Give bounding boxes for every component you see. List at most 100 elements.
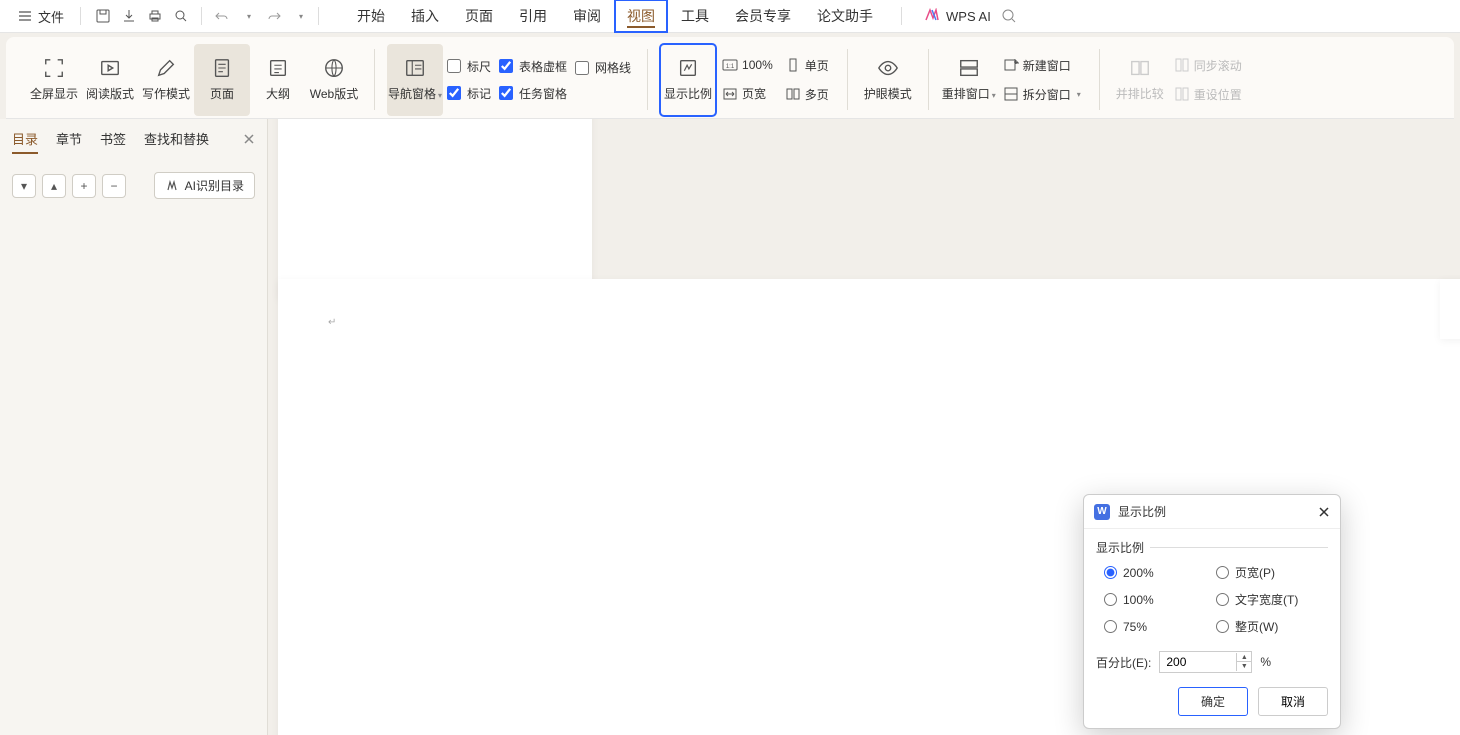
- arrange-windows-button[interactable]: 重排窗口▾: [941, 44, 997, 116]
- split-window-button[interactable]: 拆分窗口▾: [999, 84, 1085, 105]
- hamburger-icon: [18, 9, 32, 23]
- table-border-checkbox[interactable]: 表格虚框: [499, 58, 567, 75]
- page-width-button[interactable]: 页宽: [718, 83, 777, 104]
- split-window-icon: [1003, 86, 1019, 102]
- collapse-up-button[interactable]: ▴: [42, 174, 66, 198]
- export-button[interactable]: [117, 4, 141, 28]
- zoom-radio-pagewidth[interactable]: 页宽(P): [1216, 564, 1320, 581]
- fullscreen-button[interactable]: 全屏显示: [26, 44, 82, 116]
- new-window-icon: [1003, 57, 1019, 73]
- ai-toc-button[interactable]: AI识别目录: [154, 172, 255, 199]
- new-window-button[interactable]: 新建窗口: [999, 55, 1085, 76]
- ruler-checkbox[interactable]: 标尺: [447, 58, 491, 75]
- redo-icon: [267, 9, 281, 23]
- search-icon: [1001, 8, 1017, 24]
- pen-icon: [155, 57, 177, 79]
- ai-icon: [165, 179, 179, 193]
- zoom-radio-wholepage[interactable]: 整页(W): [1216, 618, 1320, 635]
- page-icon: [211, 57, 233, 79]
- dialog-app-icon: W: [1094, 504, 1110, 520]
- tab-insert[interactable]: 插入: [399, 0, 451, 32]
- dialog-close-button[interactable]: [1318, 506, 1330, 518]
- document-area[interactable]: ↵ W 显示比例 显示比例 200% 页宽(P) 100% 文字宽度(T) 75…: [268, 119, 1460, 735]
- spinner-down[interactable]: ▼: [1237, 662, 1251, 671]
- nav-pane-button[interactable]: 导航窗格▾: [387, 44, 443, 116]
- sync-scroll-button: 同步滚动: [1170, 55, 1246, 76]
- redo-dropdown[interactable]: ▾: [288, 4, 312, 28]
- search-button[interactable]: [1001, 8, 1017, 24]
- single-page-icon: [785, 57, 801, 73]
- ok-button[interactable]: 确定: [1178, 687, 1248, 716]
- zoom-button[interactable]: 显示比例: [660, 44, 716, 116]
- tab-tools[interactable]: 工具: [669, 0, 721, 32]
- outline-icon: [267, 57, 289, 79]
- sidebar-tab-chapter[interactable]: 章节: [56, 129, 82, 148]
- print-button[interactable]: [143, 4, 167, 28]
- percent-input[interactable]: [1160, 652, 1236, 672]
- dialog-title-text: 显示比例: [1118, 503, 1166, 520]
- multi-page-button[interactable]: 多页: [781, 84, 833, 105]
- tab-member[interactable]: 会员专享: [723, 0, 803, 32]
- tab-start[interactable]: 开始: [345, 0, 397, 32]
- writing-mode-button[interactable]: 写作模式: [138, 44, 194, 116]
- wps-ai-button[interactable]: WPS AI: [924, 8, 991, 24]
- sync-scroll-icon: [1174, 57, 1190, 73]
- web-layout-button[interactable]: Web版式: [306, 44, 362, 116]
- remove-level-button[interactable]: −: [102, 174, 126, 198]
- single-page-button[interactable]: 单页: [781, 55, 833, 76]
- close-icon: [1318, 506, 1330, 518]
- reset-pos-icon: [1174, 86, 1190, 102]
- tab-reference[interactable]: 引用: [507, 0, 559, 32]
- tab-page[interactable]: 页面: [453, 0, 505, 32]
- save-button[interactable]: [91, 4, 115, 28]
- eye-icon: [877, 57, 899, 79]
- grid-checkbox[interactable]: 网格线: [575, 59, 631, 76]
- wps-ai-icon: [924, 8, 940, 24]
- task-pane-checkbox[interactable]: 任务窗格: [499, 85, 567, 102]
- save-icon: [95, 8, 111, 24]
- cancel-button[interactable]: 取消: [1258, 687, 1328, 716]
- sidebar-tab-find[interactable]: 查找和替换: [144, 129, 209, 148]
- print-preview-button[interactable]: [169, 4, 193, 28]
- tab-review[interactable]: 审阅: [561, 0, 613, 32]
- export-icon: [121, 8, 137, 24]
- percent-suffix: %: [1260, 655, 1271, 669]
- undo-dropdown[interactable]: ▾: [236, 4, 260, 28]
- eye-care-button[interactable]: 护眼模式: [860, 44, 916, 116]
- tab-thesis[interactable]: 论文助手: [805, 0, 885, 32]
- mark-checkbox[interactable]: 标记: [447, 85, 491, 102]
- zoom-dialog: W 显示比例 显示比例 200% 页宽(P) 100% 文字宽度(T) 75% …: [1083, 494, 1341, 729]
- zoom-icon: [677, 57, 699, 79]
- sidebar-tab-bookmark[interactable]: 书签: [100, 129, 126, 148]
- fullscreen-icon: [43, 57, 65, 79]
- play-icon: [99, 57, 121, 79]
- reset-position-button: 重设位置: [1170, 84, 1246, 105]
- undo-button[interactable]: [210, 4, 234, 28]
- outline-button[interactable]: 大纲: [250, 44, 306, 116]
- redo-button[interactable]: [262, 4, 286, 28]
- hundred-icon: 1:1: [722, 57, 738, 73]
- sidebar-tab-toc[interactable]: 目录: [12, 129, 38, 148]
- arrange-icon: [958, 57, 980, 79]
- percent-label: 百分比(E):: [1096, 654, 1151, 671]
- paragraph-mark: ↵: [328, 317, 336, 328]
- page-layout-button[interactable]: 页面: [194, 44, 250, 116]
- close-icon: [243, 133, 255, 145]
- reading-mode-button[interactable]: 阅读版式: [82, 44, 138, 116]
- globe-icon: [323, 57, 345, 79]
- spinner-up[interactable]: ▲: [1237, 653, 1251, 662]
- expand-down-button[interactable]: ▾: [12, 174, 36, 198]
- side-by-side-icon: [1129, 57, 1151, 79]
- page-next: [1440, 279, 1460, 339]
- sidebar-close-button[interactable]: [243, 133, 255, 145]
- nav-pane-icon: [404, 57, 426, 79]
- zoom-radio-textwidth[interactable]: 文字宽度(T): [1216, 591, 1320, 608]
- file-menu-button[interactable]: 文件: [8, 3, 74, 30]
- zoom-radio-200[interactable]: 200%: [1104, 564, 1208, 581]
- preview-icon: [173, 8, 189, 24]
- tab-view[interactable]: 视图: [615, 0, 667, 32]
- zoom-radio-100[interactable]: 100%: [1104, 591, 1208, 608]
- add-level-button[interactable]: +: [72, 174, 96, 198]
- hundred-percent-button[interactable]: 1:1 100%: [718, 55, 777, 75]
- zoom-radio-75[interactable]: 75%: [1104, 618, 1208, 635]
